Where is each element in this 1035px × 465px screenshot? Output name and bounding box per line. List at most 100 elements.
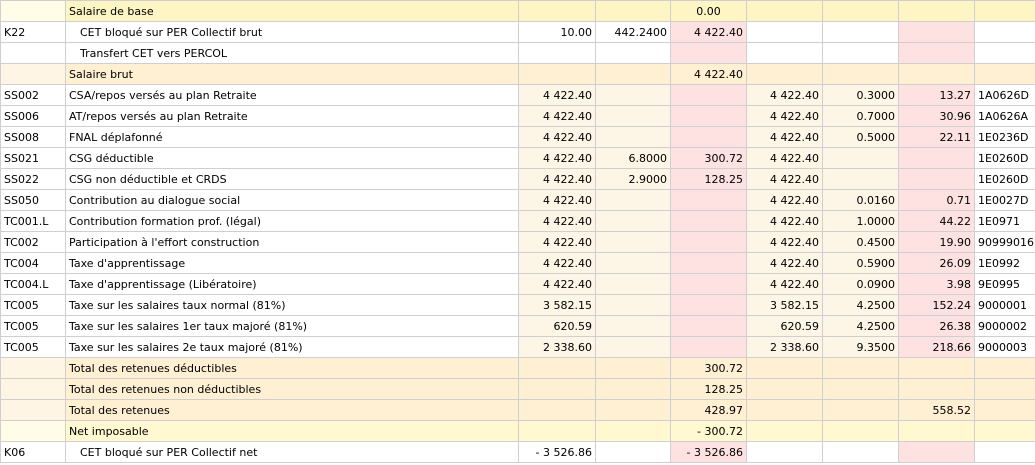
table-row[interactable]: TC001.L Contribution formation prof. (lég…	[0, 210, 1035, 232]
base-cell[interactable]: 10.00	[518, 21, 596, 43]
employer-rate-cell[interactable]	[822, 378, 899, 400]
employer-base-cell[interactable]: 4 422.40	[746, 126, 823, 148]
rubric-code-cell[interactable]	[0, 378, 66, 400]
employer-rate-cell[interactable]: 0.0160	[822, 189, 899, 211]
rubric-label-cell[interactable]: Total des retenues déductibles	[65, 357, 519, 379]
employer-amount-cell[interactable]: 22.11	[898, 126, 975, 148]
employer-base-cell[interactable]: 4 422.40	[746, 273, 823, 295]
reference-cell[interactable]: 1E0236D	[974, 126, 1035, 148]
employer-base-cell[interactable]: 3 582.15	[746, 294, 823, 316]
employer-base-cell[interactable]	[746, 42, 823, 64]
table-row[interactable]: Total des retenues 428.97 558.52	[0, 399, 1035, 421]
table-row[interactable]: Transfert CET vers PERCOL	[0, 42, 1035, 64]
employer-rate-cell[interactable]: 4.2500	[822, 294, 899, 316]
base-cell[interactable]: 4 422.40	[518, 168, 596, 190]
amount-cell[interactable]	[670, 105, 747, 127]
base-cell[interactable]: 4 422.40	[518, 210, 596, 232]
table-row[interactable]: Total des retenues déductibles 300.72	[0, 357, 1035, 379]
rate-cell[interactable]	[595, 63, 671, 85]
reference-cell[interactable]: 1E0992	[974, 252, 1035, 274]
employer-amount-cell[interactable]: 44.22	[898, 210, 975, 232]
rubric-code-cell[interactable]: SS022	[0, 168, 66, 190]
table-row[interactable]: SS022 CSG non déductible et CRDS 4 422.40 2…	[0, 168, 1035, 190]
employer-amount-cell[interactable]: 152.24	[898, 294, 975, 316]
rate-cell[interactable]	[595, 42, 671, 64]
rubric-label-cell[interactable]: Contribution formation prof. (légal)	[65, 210, 519, 232]
employer-amount-cell[interactable]: 30.96	[898, 105, 975, 127]
rubric-label-cell[interactable]: Transfert CET vers PERCOL	[65, 42, 519, 64]
amount-cell[interactable]	[670, 252, 747, 274]
amount-cell[interactable]: - 3 526.86	[670, 441, 747, 463]
amount-cell[interactable]: 428.97	[670, 399, 747, 421]
employer-rate-cell[interactable]: 4.2500	[822, 315, 899, 337]
employer-base-cell[interactable]	[746, 441, 823, 463]
employer-base-cell[interactable]: 4 422.40	[746, 147, 823, 169]
rate-cell[interactable]: 6.8000	[595, 147, 671, 169]
amount-cell[interactable]	[670, 294, 747, 316]
amount-cell[interactable]	[670, 42, 747, 64]
employer-base-cell[interactable]: 4 422.40	[746, 189, 823, 211]
employer-base-cell[interactable]: 620.59	[746, 315, 823, 337]
employer-amount-cell[interactable]	[898, 378, 975, 400]
employer-amount-cell[interactable]	[898, 420, 975, 442]
rubric-code-cell[interactable]: K22	[0, 21, 66, 43]
reference-cell[interactable]	[974, 0, 1035, 22]
rubric-label-cell[interactable]: CSA/repos versés au plan Retraite	[65, 84, 519, 106]
rubric-code-cell[interactable]	[0, 0, 66, 22]
rubric-label-cell[interactable]: Contribution au dialogue social	[65, 189, 519, 211]
employer-amount-cell[interactable]	[898, 147, 975, 169]
employer-amount-cell[interactable]	[898, 63, 975, 85]
employer-rate-cell[interactable]	[822, 147, 899, 169]
table-row[interactable]: SS002 CSA/repos versés au plan Retraite 4 …	[0, 84, 1035, 106]
rubric-label-cell[interactable]: Total des retenues non déductibles	[65, 378, 519, 400]
rate-cell[interactable]: 2.9000	[595, 168, 671, 190]
rubric-label-cell[interactable]: Net imposable	[65, 420, 519, 442]
rubric-label-cell[interactable]: Salaire brut	[65, 63, 519, 85]
base-cell[interactable]	[518, 63, 596, 85]
employer-rate-cell[interactable]	[822, 441, 899, 463]
reference-cell[interactable]: 1E0027D	[974, 189, 1035, 211]
rate-cell[interactable]	[595, 84, 671, 106]
amount-cell[interactable]	[670, 315, 747, 337]
rubric-label-cell[interactable]: AT/repos versés au plan Retraite	[65, 105, 519, 127]
rate-cell[interactable]	[595, 273, 671, 295]
employer-rate-cell[interactable]	[822, 63, 899, 85]
employer-amount-cell[interactable]: 558.52	[898, 399, 975, 421]
table-row[interactable]: SS006 AT/repos versés au plan Retraite 4 4…	[0, 105, 1035, 127]
rubric-code-cell[interactable]	[0, 357, 66, 379]
employer-base-cell[interactable]: 4 422.40	[746, 210, 823, 232]
employer-base-cell[interactable]	[746, 357, 823, 379]
rubric-code-cell[interactable]: K06	[0, 441, 66, 463]
base-cell[interactable]	[518, 420, 596, 442]
employer-amount-cell[interactable]: 0.71	[898, 189, 975, 211]
employer-amount-cell[interactable]: 3.98	[898, 273, 975, 295]
table-row[interactable]: SS050 Contribution au dialogue social 4 42…	[0, 189, 1035, 211]
employer-base-cell[interactable]	[746, 420, 823, 442]
reference-cell[interactable]: 1A0626D	[974, 84, 1035, 106]
employer-amount-cell[interactable]: 13.27	[898, 84, 975, 106]
rubric-label-cell[interactable]: Total des retenues	[65, 399, 519, 421]
employer-amount-cell[interactable]	[898, 357, 975, 379]
rate-cell[interactable]	[595, 399, 671, 421]
table-row[interactable]: Net imposable - 300.72	[0, 420, 1035, 442]
base-cell[interactable]: 4 422.40	[518, 105, 596, 127]
employer-base-cell[interactable]	[746, 0, 823, 22]
employer-base-cell[interactable]	[746, 21, 823, 43]
rubric-code-cell[interactable]: TC005	[0, 294, 66, 316]
rubric-code-cell[interactable]: SS002	[0, 84, 66, 106]
amount-cell[interactable]: 4 422.40	[670, 21, 747, 43]
employer-rate-cell[interactable]	[822, 0, 899, 22]
employer-rate-cell[interactable]	[822, 357, 899, 379]
base-cell[interactable]	[518, 0, 596, 22]
base-cell[interactable]: 4 422.40	[518, 84, 596, 106]
employer-amount-cell[interactable]: 26.38	[898, 315, 975, 337]
base-cell[interactable]: 2 338.60	[518, 336, 596, 358]
employer-rate-cell[interactable]	[822, 168, 899, 190]
base-cell[interactable]: 4 422.40	[518, 189, 596, 211]
employer-base-cell[interactable]	[746, 63, 823, 85]
rubric-label-cell[interactable]: Salaire de base	[65, 0, 519, 22]
rubric-label-cell[interactable]: CSG non déductible et CRDS	[65, 168, 519, 190]
rubric-label-cell[interactable]: FNAL déplafonné	[65, 126, 519, 148]
rate-cell[interactable]	[595, 210, 671, 232]
rubric-code-cell[interactable]: SS021	[0, 147, 66, 169]
